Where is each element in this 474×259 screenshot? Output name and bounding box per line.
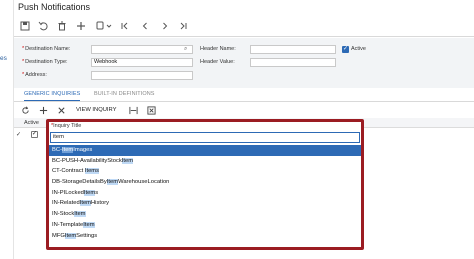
header-value-label: Header Value: <box>200 59 235 65</box>
view-inquiry-button[interactable]: VIEW INQUIRY <box>76 105 116 115</box>
next-icon[interactable] <box>158 19 172 33</box>
tab-built-in-definitions[interactable]: BUILT-IN DEFINITIONS <box>94 91 155 97</box>
header-name-field[interactable] <box>250 45 336 54</box>
save-icon[interactable] <box>18 19 32 33</box>
inquiry-suggestion-list: BC-ItemImages BC-PUSH-AvailabilityStockI… <box>49 145 361 241</box>
list-item[interactable]: IN-StockItem <box>49 209 361 220</box>
undo-icon[interactable] <box>36 19 50 33</box>
row-indicator: ✓ <box>16 132 22 138</box>
refresh-icon[interactable] <box>20 105 30 115</box>
add-icon[interactable] <box>74 19 88 33</box>
rail-text-fragment: es <box>0 55 7 62</box>
row-active-checkbox[interactable]: ✓ <box>31 131 38 138</box>
header-value-field[interactable] <box>250 58 336 67</box>
destination-type-label: *Destination Type: <box>22 59 68 65</box>
list-item[interactable]: IN-RelatedItemHistory <box>49 198 361 209</box>
inquiry-title-dropdown: *Inquiry Title item BC-ItemImages BC-PUS… <box>46 119 364 250</box>
destination-name-label: *Destination Name: <box>22 46 71 52</box>
destination-type-select[interactable]: Webhook <box>91 58 193 67</box>
previous-icon[interactable] <box>138 19 152 33</box>
left-navigation-rail: es <box>0 0 14 259</box>
list-item[interactable]: CT-Contract Items <box>49 166 361 177</box>
delete-icon[interactable] <box>55 19 69 33</box>
list-item[interactable]: MFGItemSettings <box>49 231 361 242</box>
tab-bar: GENERIC INQUIRIES BUILT-IN DEFINITIONS <box>14 88 474 102</box>
inquiry-title-input[interactable]: item <box>50 132 360 143</box>
delete-row-icon[interactable] <box>56 105 66 115</box>
active-checkbox[interactable]: ✓ <box>342 46 349 53</box>
column-header-active[interactable]: Active <box>24 120 39 126</box>
export-excel-icon[interactable] <box>146 105 156 115</box>
list-item[interactable]: BC-PUSH-AvailabilityStockItem <box>49 156 361 167</box>
tab-generic-inquiries[interactable]: GENERIC INQUIRIES <box>24 91 81 101</box>
active-label: Active <box>351 46 366 52</box>
page-title: Push Notifications <box>18 2 91 12</box>
grid-toolbar: VIEW INQUIRY <box>14 102 474 118</box>
list-item[interactable]: BC-ItemImages <box>49 145 361 156</box>
list-item[interactable]: IN-PILockedItems <box>49 188 361 199</box>
fit-columns-icon[interactable] <box>128 105 138 115</box>
main-toolbar <box>14 15 474 37</box>
first-icon[interactable] <box>118 19 132 33</box>
address-label: *Address: <box>22 72 47 78</box>
notification-form: *Destination Name: ⌕ *Destination Type: … <box>14 38 474 88</box>
column-header-inquiry-title[interactable]: *Inquiry Title <box>51 123 81 129</box>
destination-name-field[interactable] <box>91 45 193 54</box>
list-item[interactable]: IN-TemplateItem <box>49 220 361 231</box>
list-item[interactable]: DB-StorageDetailsByItemWarehouseLocation <box>49 177 361 188</box>
add-row-icon[interactable] <box>38 105 48 115</box>
last-icon[interactable] <box>176 19 190 33</box>
address-field[interactable] <box>91 71 193 80</box>
copy-paste-icon[interactable] <box>94 19 114 33</box>
header-name-label: Header Name: <box>200 46 236 52</box>
